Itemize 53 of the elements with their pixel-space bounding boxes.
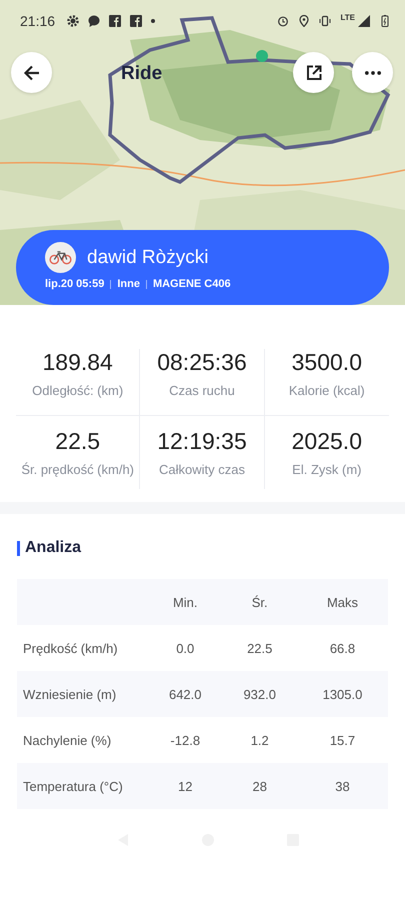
- row-label: Wzniesienie (m): [17, 671, 148, 717]
- stat-label: Czas ruchu: [169, 383, 235, 398]
- signal-icon: [358, 15, 370, 27]
- stat-value: 12:19:35: [157, 428, 247, 455]
- stat-label: El. Zysk (m): [292, 462, 362, 477]
- table-cell: 38: [296, 763, 388, 809]
- bicycle-icon: [45, 242, 76, 273]
- activity-detail: lip.20 05:59: [45, 278, 104, 290]
- table-cell: 22.5: [222, 625, 297, 671]
- table-cell: 66.8: [296, 625, 388, 671]
- column-header: Maks: [296, 579, 388, 625]
- alarm-icon: [277, 15, 290, 27]
- status-time: 21:16: [20, 13, 56, 29]
- table-cell: -12.8: [148, 717, 222, 763]
- column-header: Min.: [148, 579, 222, 625]
- gear-icon: [67, 15, 80, 27]
- table-cell: 932.0: [222, 671, 297, 717]
- page-title: Ride: [121, 62, 164, 84]
- stat-label: Kalorie (kcal): [288, 383, 365, 398]
- facebook-icon: [109, 15, 122, 27]
- table-cell: 15.7: [296, 717, 388, 763]
- stat-value: 189.84: [42, 349, 113, 376]
- table-cell: 28: [222, 763, 297, 809]
- user-name: dawid Ròżycki: [87, 246, 208, 268]
- stat-label: Całkowity czas: [159, 462, 245, 477]
- stat-value: 2025.0: [292, 428, 362, 455]
- row-label: Prędkość (km/h): [17, 625, 148, 671]
- row-label: Nachylenie (%): [17, 717, 148, 763]
- stat-label: Śr. prędkość (km/h): [21, 462, 134, 477]
- stat-label: Odległość: (km): [32, 383, 124, 398]
- section-title: Analiza: [25, 539, 82, 557]
- stat-value: 08:25:36: [157, 349, 247, 376]
- activity-detail: MAGENE C406: [152, 278, 231, 290]
- row-label: Temperatura (°C): [17, 763, 148, 809]
- column-header: Śr.: [222, 579, 297, 625]
- facebook-icon: [130, 15, 142, 27]
- stat-value: 22.5: [55, 428, 100, 455]
- section-marker: [17, 540, 20, 556]
- more-icon: [364, 70, 380, 74]
- table-cell: 0.0: [148, 625, 222, 671]
- table-cell: 1305.0: [296, 671, 388, 717]
- activity-detail: Inne: [117, 278, 140, 290]
- network-type: LTE: [340, 13, 355, 22]
- stat-value: 3500.0: [292, 349, 362, 376]
- dot-icon: [151, 19, 156, 23]
- chat-bubble-icon: [88, 15, 100, 27]
- table-cell: 12: [148, 763, 222, 809]
- battery-icon: [379, 15, 391, 27]
- table-cell: 642.0: [148, 671, 222, 717]
- back-arrow-icon: [22, 62, 42, 82]
- table-cell: 1.2: [222, 717, 297, 763]
- vibrate-icon: [319, 15, 332, 27]
- location-icon: [298, 15, 310, 27]
